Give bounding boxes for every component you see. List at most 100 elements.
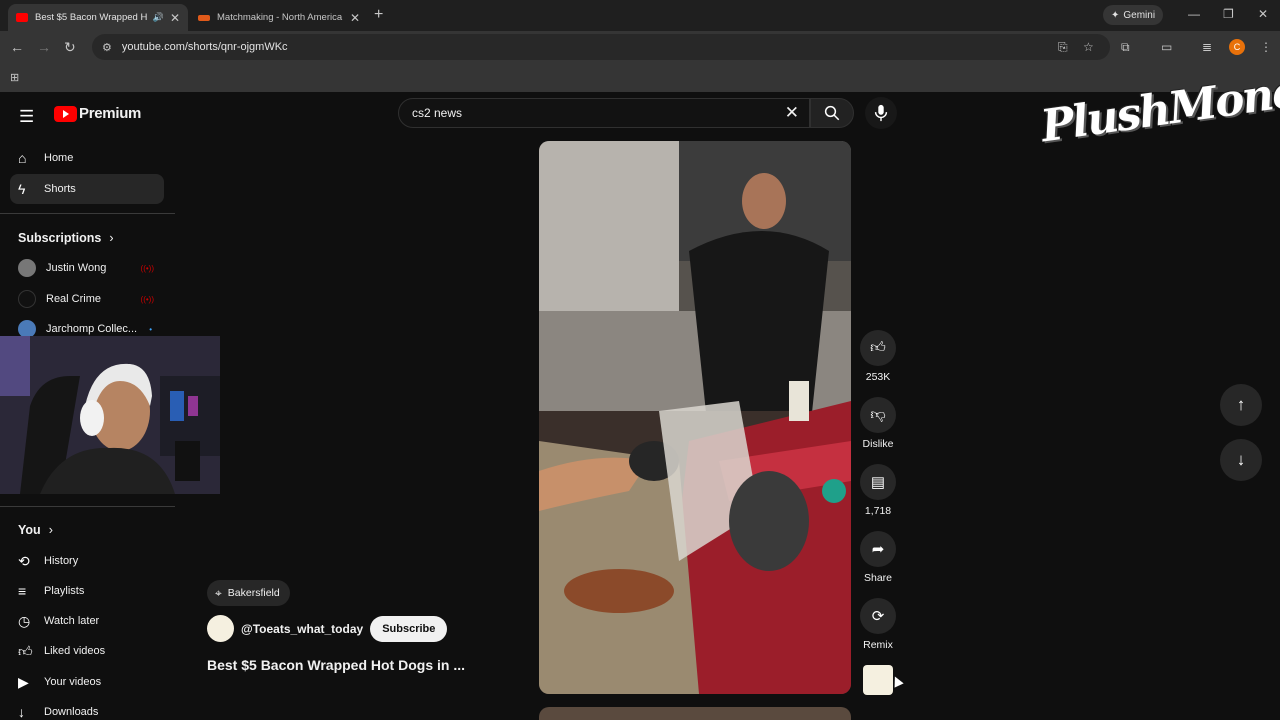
- location-pin-icon: ⌖: [215, 585, 222, 600]
- sidebar-item-home[interactable]: ⌂ Home: [10, 143, 164, 173]
- location-chip[interactable]: ⌖ Bakersfield: [207, 580, 290, 606]
- sidebar-item-label: Jarchomp Collec...: [46, 323, 138, 335]
- new-content-dot-icon: •: [149, 324, 152, 334]
- next-short-button[interactable]: ↓: [1220, 439, 1262, 481]
- subscriptions-heading[interactable]: Subscriptions ›: [18, 231, 114, 245]
- gemini-icon: ✦: [1111, 9, 1120, 21]
- youtube-premium-logo[interactable]: Premium: [54, 105, 141, 122]
- bookmark-star-icon[interactable]: ☆: [1083, 40, 1094, 54]
- sidebar-item-your-videos[interactable]: ▶ Your videos: [10, 667, 164, 697]
- home-icon: ⌂: [18, 150, 27, 166]
- forward-icon[interactable]: →: [37, 39, 51, 55]
- channel-avatar: [18, 290, 36, 308]
- subscribe-button[interactable]: Subscribe: [370, 615, 448, 642]
- sidebar-item-playlists[interactable]: ≡ Playlists: [10, 576, 164, 606]
- sidebar-sub-real-crime[interactable]: Real Crime ((•)): [10, 284, 164, 314]
- like-action[interactable]: 👍︎ 253K: [860, 330, 896, 383]
- new-tab-icon[interactable]: +: [374, 6, 383, 24]
- live-indicator-icon: ((•)): [140, 263, 154, 273]
- video-frame: [539, 141, 851, 694]
- site-info-icon[interactable]: ⚙: [102, 41, 112, 54]
- close-tab-icon[interactable]: ✕: [350, 11, 360, 25]
- close-window-icon[interactable]: ✕: [1258, 7, 1268, 21]
- arrow-down-icon: ↓: [1236, 450, 1246, 469]
- sidebar-item-downloads[interactable]: ↓ Downloads: [10, 697, 164, 720]
- microphone-icon: [874, 104, 888, 122]
- search-icon: [824, 105, 840, 121]
- gemini-button[interactable]: ✦ Gemini: [1103, 5, 1164, 25]
- search-input[interactable]: cs2 news: [412, 106, 462, 120]
- previous-short-button[interactable]: ↑: [1220, 384, 1262, 426]
- remix-label: Remix: [863, 639, 893, 651]
- guide-menu-icon[interactable]: ☰: [19, 107, 34, 127]
- arrow-up-icon: ↑: [1236, 395, 1246, 414]
- voice-search-button[interactable]: [865, 97, 897, 129]
- chevron-right-icon: ›: [109, 231, 114, 245]
- youtube-play-icon: [54, 105, 77, 122]
- webcam-scene: [0, 336, 220, 494]
- back-icon[interactable]: ←: [10, 39, 24, 55]
- profile-avatar[interactable]: C: [1229, 39, 1245, 55]
- search-button[interactable]: [810, 98, 854, 128]
- dislike-label: Dislike: [862, 438, 894, 450]
- apps-grid-icon[interactable]: ⊞: [10, 71, 19, 84]
- search-box[interactable]: cs2 news ✕: [398, 98, 810, 128]
- channel-thumbnail-button[interactable]: [863, 665, 893, 695]
- menu-kebab-icon[interactable]: ⋮: [1260, 40, 1272, 54]
- sidebar-item-shorts[interactable]: ϟ Shorts: [10, 174, 164, 204]
- share-action[interactable]: ➦ Share: [860, 531, 896, 584]
- address-bar[interactable]: ⚙ youtube.com/shorts/qnr-ojgmWKc: [92, 34, 1110, 60]
- channel-row: @Toeats_what_today Subscribe: [207, 615, 448, 642]
- chevron-right-icon: ›: [48, 523, 53, 537]
- install-app-icon[interactable]: ⎘: [1058, 40, 1068, 55]
- sidebar-divider: [0, 213, 175, 214]
- comments-action[interactable]: ▤ 1,718: [860, 464, 896, 517]
- channel-name[interactable]: @Toeats_what_today: [241, 622, 363, 636]
- sidebar-divider: [0, 506, 175, 507]
- tab-matchmaking[interactable]: Matchmaking - North America 5V ✕: [190, 4, 368, 31]
- extensions-icon[interactable]: ⧉: [1121, 40, 1130, 55]
- sidebar-item-label: Real Crime: [46, 293, 102, 305]
- close-tab-icon[interactable]: ✕: [170, 11, 180, 25]
- share-label: Share: [863, 572, 893, 584]
- channel-avatar[interactable]: [207, 615, 234, 642]
- remix-button[interactable]: ⟳: [860, 598, 896, 634]
- faceit-favicon-icon: [198, 14, 210, 21]
- sidebar-item-liked-videos[interactable]: 👍︎ Liked videos: [10, 636, 164, 666]
- youtube-favicon-icon: [16, 13, 28, 22]
- short-title[interactable]: Best $5 Bacon Wrapped Hot Dogs in ...: [207, 657, 465, 673]
- remix-action[interactable]: ⟳ Remix: [860, 598, 896, 651]
- tab-youtube-short[interactable]: Best $5 Bacon Wrapped Hot D 🔊 ✕: [8, 4, 188, 31]
- sidebar-item-label: Liked videos: [44, 645, 106, 657]
- maximize-icon[interactable]: ❐: [1223, 7, 1234, 21]
- history-icon: ⟲: [18, 552, 30, 569]
- cast-icon[interactable]: ▭: [1161, 40, 1172, 54]
- next-short-preview[interactable]: [539, 707, 851, 720]
- url-text: youtube.com/shorts/qnr-ojgmWKc: [121, 41, 288, 53]
- tab-title: Best $5 Bacon Wrapped Hot D: [35, 12, 147, 23]
- you-heading[interactable]: You ›: [18, 523, 53, 537]
- sidebar-item-label: History: [44, 555, 79, 567]
- minimize-icon[interactable]: —: [1188, 7, 1200, 21]
- audio-playing-icon[interactable]: 🔊: [153, 12, 164, 23]
- dislike-action[interactable]: 👎︎ Dislike: [860, 397, 896, 450]
- dislike-button[interactable]: 👎︎: [860, 397, 896, 433]
- sidebar-item-watch-later[interactable]: ◷ Watch later: [10, 606, 164, 636]
- comment-icon: ▤: [870, 474, 886, 491]
- sidebar-item-history[interactable]: ⟲ History: [10, 546, 164, 576]
- streamer-webcam-overlay: [0, 336, 220, 494]
- browser-toolbar: ← → ↻ ⚙ youtube.com/shorts/qnr-ojgmWKc ⎘…: [0, 31, 1280, 63]
- sidebar-item-label: Watch later: [44, 615, 100, 627]
- sidebar-sub-justin-wong[interactable]: Justin Wong ((•)): [10, 253, 164, 283]
- thumbs-up-icon: 👍︎: [870, 339, 886, 356]
- media-control-icon[interactable]: ≣: [1202, 40, 1212, 54]
- share-button[interactable]: ➦: [860, 531, 896, 567]
- like-button[interactable]: 👍︎: [860, 330, 896, 366]
- like-count: 253K: [865, 371, 891, 383]
- comments-button[interactable]: ▤: [860, 464, 896, 500]
- clear-search-icon[interactable]: ✕: [785, 103, 799, 123]
- shorts-video-player[interactable]: [539, 141, 851, 694]
- tab-title: Matchmaking - North America 5V: [217, 12, 344, 23]
- browser-tab-strip: Best $5 Bacon Wrapped Hot D 🔊 ✕ Matchmak…: [0, 0, 1280, 31]
- reload-icon[interactable]: ↻: [64, 39, 76, 56]
